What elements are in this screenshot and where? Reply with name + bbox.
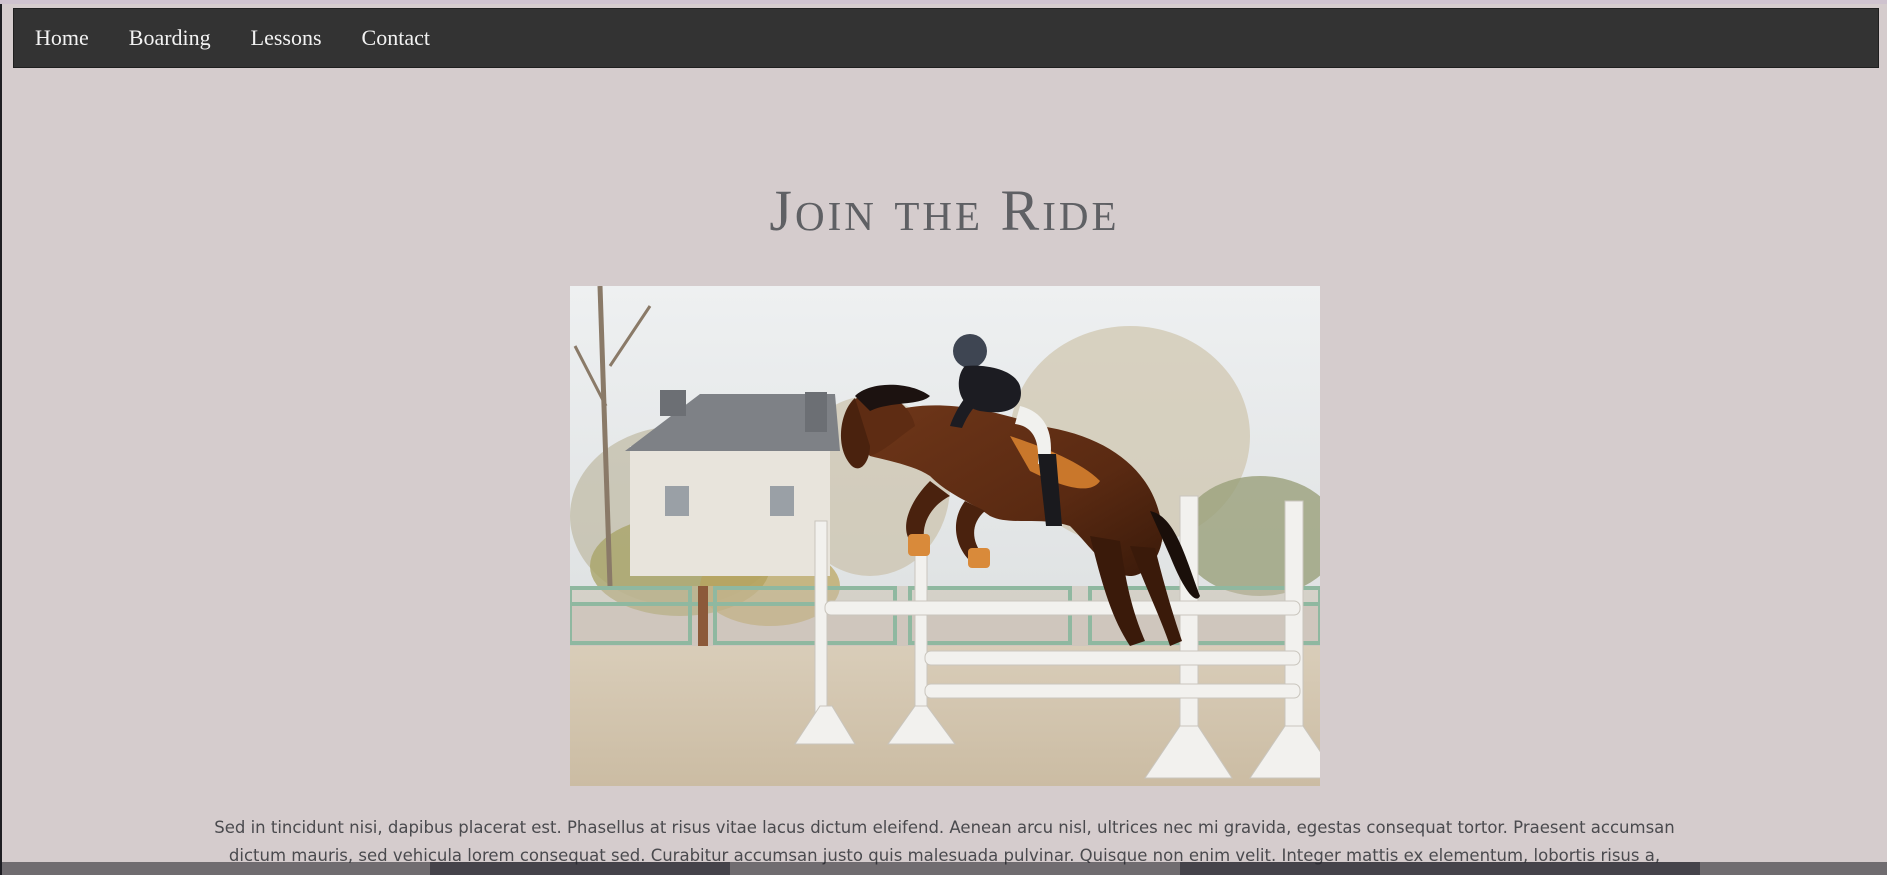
nav-lessons-link[interactable]: Lessons [251, 25, 322, 51]
nav-contact-link[interactable]: Contact [362, 25, 430, 51]
nav-boarding-link[interactable]: Boarding [129, 25, 211, 51]
hero-image [570, 286, 1320, 786]
status-segment [1180, 862, 1700, 875]
status-segment [430, 862, 730, 875]
page-heading: Join the Ride [769, 178, 1120, 243]
nav-home-link[interactable]: Home [35, 25, 89, 51]
horse-jumping-photo [570, 286, 1320, 786]
editor-status-overlay [0, 862, 1887, 875]
browser-viewport: Home Boarding Lessons Contact Join the R… [2, 4, 1887, 875]
top-navbar: Home Boarding Lessons Contact [13, 8, 1879, 68]
